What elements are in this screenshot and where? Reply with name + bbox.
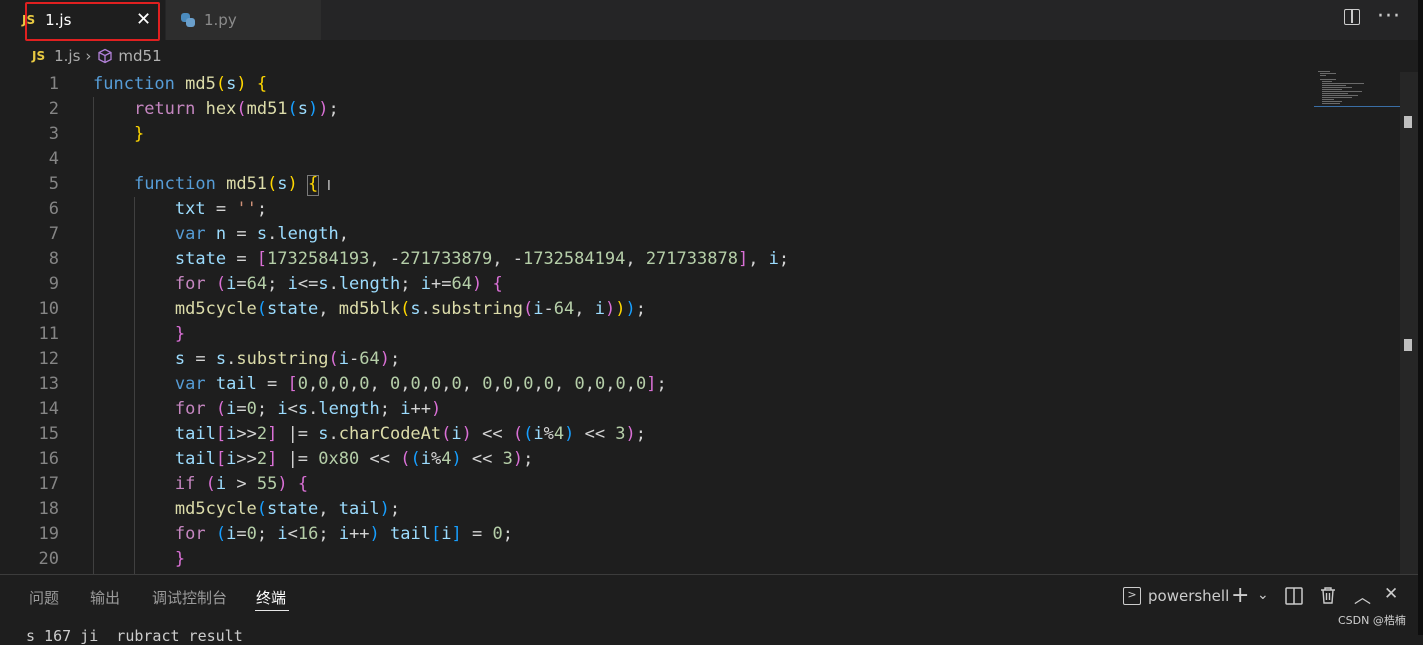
tab-output[interactable]: 输出: [90, 587, 120, 608]
javascript-file-icon: JS: [32, 49, 46, 63]
line-number: 16: [38, 449, 59, 469]
python-icon: [181, 13, 195, 27]
code-line: 7 var n = s.length,: [0, 222, 1400, 247]
tab-label: 1.py: [204, 11, 237, 29]
line-number: 18: [38, 499, 59, 519]
breadcrumb: JS 1.js › md51: [0, 40, 1423, 72]
code-line: 19 for (i=0; i<16; i++) tail[i] = 0;: [0, 522, 1400, 547]
code-line: 12 s = s.substring(i-64);: [0, 347, 1400, 372]
split-terminal-icon[interactable]: [1285, 587, 1303, 605]
tab-1-js[interactable]: JS 1.js ✕: [0, 0, 165, 40]
more-actions-icon[interactable]: ···: [1377, 4, 1401, 29]
new-terminal-icon[interactable]: +: [1231, 583, 1249, 608]
active-tab-indicator: [255, 610, 289, 611]
code-line: 4: [0, 147, 1400, 172]
code-line: 2 return hex(md51(s));: [0, 97, 1400, 122]
line-number: 20: [38, 549, 59, 569]
minimap-viewport[interactable]: [1314, 106, 1400, 107]
line-number: 8: [48, 249, 59, 269]
line-number: 2: [48, 99, 59, 119]
line-number: 14: [38, 399, 59, 419]
code-editor[interactable]: 1 function md5(s) { 2 return hex(md51(s))…: [0, 72, 1400, 574]
code-line: 10 md5cycle(state, md5blk(s.substring(i-…: [0, 297, 1400, 322]
breadcrumb-symbol[interactable]: md51: [118, 47, 161, 65]
split-editor-icon[interactable]: [1344, 9, 1360, 25]
tab-debug-console[interactable]: 调试控制台: [152, 587, 227, 608]
code-line: 8 state = [1732584193, -271733879, -1732…: [0, 247, 1400, 272]
code-line: 3 }: [0, 122, 1400, 147]
javascript-file-icon: JS: [22, 13, 36, 27]
code-line: 6 txt = '';: [0, 197, 1400, 222]
tab-terminal[interactable]: 终端: [256, 587, 286, 608]
code-line: 20 }: [0, 547, 1400, 572]
tab-label: 1.js: [45, 11, 72, 29]
code-line: 15 tail[i>>2] |= s.charCodeAt(i) << ((i%…: [0, 422, 1400, 447]
chevron-down-icon[interactable]: ⌄: [1257, 587, 1269, 603]
line-number: 4: [48, 149, 59, 169]
line-number: 5: [48, 174, 59, 194]
line-number: 13: [38, 374, 59, 394]
code-line: 9 for (i=64; i<=s.length; i+=64) {: [0, 272, 1400, 297]
maximize-panel-icon[interactable]: ︿: [1354, 583, 1371, 608]
terminal-profile-button[interactable]: > powershell: [1123, 587, 1229, 605]
code-line: 17 if (i > 55) {: [0, 472, 1400, 497]
code-line: 1 function md5(s) {: [0, 72, 1400, 97]
line-number: 15: [38, 424, 59, 444]
watermark: CSDN @梏楠: [1338, 614, 1406, 627]
line-number: 1: [48, 74, 59, 94]
breadcrumb-file[interactable]: 1.js: [54, 47, 80, 65]
line-number: 11: [38, 324, 59, 344]
method-symbol-icon: [98, 48, 113, 64]
bottom-panel: 问题 输出 调试控制台 终端 > powershell + ⌄ ︿ ✕ CSDN…: [0, 575, 1418, 645]
chevron-right-icon: ›: [85, 47, 92, 65]
bracket-match-highlight: [307, 175, 319, 196]
line-number: 9: [48, 274, 59, 294]
tab-problems[interactable]: 问题: [29, 587, 59, 608]
line-number: 3: [48, 124, 59, 144]
line-number: 10: [38, 299, 59, 319]
code-line: 16 tail[i>>2] |= 0x80 << ((i%4) << 3);: [0, 447, 1400, 472]
window-edge: [1418, 0, 1423, 635]
code-line: 5 function md51(s) {: [0, 172, 1400, 197]
terminal-output[interactable]: s 167 ji rubract result: [26, 627, 243, 645]
minimap[interactable]: [1312, 68, 1400, 108]
line-number: 6: [48, 199, 59, 219]
code-line: 13 var tail = [0,0,0,0, 0,0,0,0, 0,0,0,0…: [0, 372, 1400, 397]
scrollbar-marker: [1404, 339, 1412, 351]
line-number: 7: [48, 224, 59, 244]
scrollbar-thumb[interactable]: [1404, 116, 1412, 128]
code-line: 18 md5cycle(state, tail);: [0, 497, 1400, 522]
vertical-scrollbar[interactable]: [1400, 72, 1418, 574]
line-number: 12: [38, 349, 59, 369]
close-panel-icon[interactable]: ✕: [1384, 584, 1398, 604]
code-line: 11 }: [0, 322, 1400, 347]
line-number: 19: [38, 524, 59, 544]
code-line: 14 for (i=0; i<s.length; i++): [0, 397, 1400, 422]
tab-1-py[interactable]: 1.py: [166, 0, 321, 40]
editor-tab-bar: JS 1.js ✕ 1.py ···: [0, 0, 1423, 41]
terminal-icon: >: [1123, 587, 1141, 605]
close-icon[interactable]: ✕: [136, 9, 151, 30]
terminal-profile-name: powershell: [1148, 587, 1230, 605]
trash-icon[interactable]: [1319, 586, 1337, 605]
line-number: 17: [38, 474, 59, 494]
text-cursor-icon: I: [327, 179, 331, 194]
